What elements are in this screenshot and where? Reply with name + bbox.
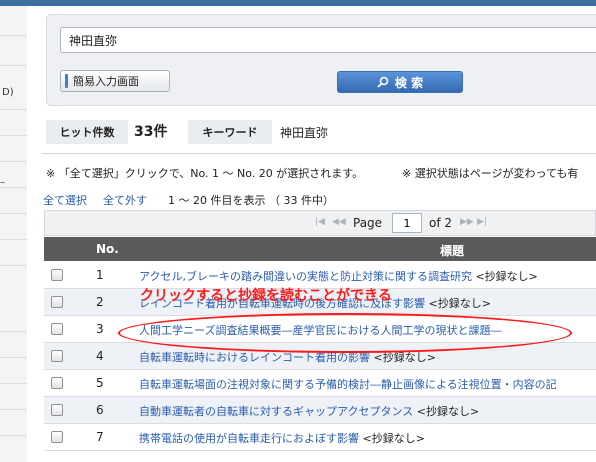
sidebar-row[interactable] — [0, 240, 27, 266]
prev-page-icon[interactable]: ◀◀ — [332, 217, 346, 227]
row-number: 1 — [96, 268, 104, 282]
row-number: 4 — [96, 349, 104, 363]
row-number: 3 — [96, 322, 104, 336]
row-checkbox[interactable] — [51, 404, 63, 416]
sidebar-partial-text: D) — [2, 87, 14, 98]
page-label: Page — [353, 216, 383, 230]
selection-state-note: ※ 選択状態はページが変わっても有 — [402, 167, 579, 180]
result-range: 1 〜 20 件目を表示 （ 33 件中） — [168, 194, 334, 207]
row-title-link[interactable]: 自転車運転場面の注視対象に関する予備的検討―静止画像による注視位置・内容の記 — [139, 378, 557, 391]
sidebar-row[interactable] — [0, 188, 27, 214]
sidebar-row[interactable] — [0, 410, 27, 436]
row-checkbox[interactable] — [51, 431, 63, 443]
row-checkbox[interactable] — [51, 269, 63, 281]
search-input[interactable] — [60, 27, 596, 53]
hit-count-label: ヒット件数 — [46, 120, 128, 144]
divider — [42, 153, 596, 154]
column-header-title: 標題 — [440, 244, 465, 258]
abstract-status: <抄録なし> — [370, 351, 436, 364]
row-title-link[interactable]: 自動車運転者の自転車に対するギャップアクセプタンス — [139, 405, 413, 418]
select-all-link[interactable]: 全て選択 — [43, 192, 87, 208]
abstract-status: <抄録なし> — [359, 432, 425, 445]
top-bar — [0, 0, 596, 6]
row-checkbox[interactable] — [51, 350, 63, 362]
sidebar-row[interactable] — [0, 306, 27, 332]
sidebar-row[interactable] — [0, 384, 27, 410]
next-page-icon[interactable]: ▶▶ — [460, 217, 474, 227]
keyword-value: 神田直弥 — [280, 126, 329, 140]
page-number-input[interactable] — [392, 213, 422, 233]
page-total: of 2 — [429, 216, 453, 230]
sidebar: D) – — [0, 6, 27, 462]
search-panel: 簡易入力画面 検 索 — [46, 14, 596, 106]
row-number: 7 — [96, 430, 104, 444]
sidebar-row[interactable] — [0, 214, 27, 240]
simple-input-button[interactable]: 簡易入力画面 — [60, 70, 170, 92]
sidebar-partial-dash: – — [0, 177, 5, 188]
row-number: 2 — [96, 295, 104, 309]
search-button[interactable]: 検 索 — [337, 71, 463, 93]
search-button-label: 検 索 — [394, 75, 424, 90]
abstract-status: <抄録なし> — [413, 405, 480, 418]
row-checkbox[interactable] — [51, 377, 63, 389]
hit-count: 33件 — [134, 124, 168, 140]
annotation-text: クリックすると抄録を読むことができる — [140, 288, 392, 304]
sidebar-row[interactable] — [0, 110, 27, 136]
row-checkbox[interactable] — [51, 296, 63, 308]
table-row: 6 自動車運転者の自転車に対するギャップアクセプタンス <抄録なし> — [44, 397, 596, 424]
table-header: No. 標題 — [44, 237, 596, 261]
last-page-icon[interactable]: ▶| — [477, 217, 487, 227]
table-row: 7 携帯電話の使用が自転車走行におよぼす影響 <抄録なし> — [44, 424, 596, 451]
abstract-status: <抄録なし> — [425, 297, 491, 310]
search-icon — [377, 76, 389, 88]
column-header-no: No. — [96, 242, 119, 256]
abstract-status: <抄録なし> — [471, 270, 538, 283]
row-checkbox[interactable] — [51, 323, 63, 335]
sidebar-row[interactable] — [0, 136, 27, 162]
unselect-all-link[interactable]: 全て外す — [103, 192, 147, 208]
row-number: 5 — [96, 376, 104, 390]
pager: |◀ ◀◀ Page of 2 ▶▶ ▶| — [44, 210, 596, 236]
row-title-link[interactable]: アクセル,ブレーキの踏み間違いの実態と防止対策に関する調査研究 — [139, 270, 472, 283]
sidebar-row[interactable] — [0, 36, 27, 66]
first-page-icon[interactable]: |◀ — [315, 217, 325, 227]
annotation-ellipse — [118, 313, 572, 353]
select-all-note: ※ 「全て選択」クリックで、No. 1 〜 No. 20 が選択されます。 — [46, 167, 364, 180]
row-title-link[interactable]: 携帯電話の使用が自転車走行におよぼす影響 — [139, 432, 359, 445]
sidebar-row[interactable] — [0, 332, 27, 358]
keyword-label: キーワード — [188, 120, 272, 144]
sidebar-row[interactable] — [0, 358, 27, 384]
sidebar-row[interactable] — [0, 6, 27, 36]
row-number: 6 — [96, 403, 104, 417]
table-row: 5 自転車運転場面の注視対象に関する予備的検討―静止画像による注視位置・内容の記 — [44, 370, 596, 397]
